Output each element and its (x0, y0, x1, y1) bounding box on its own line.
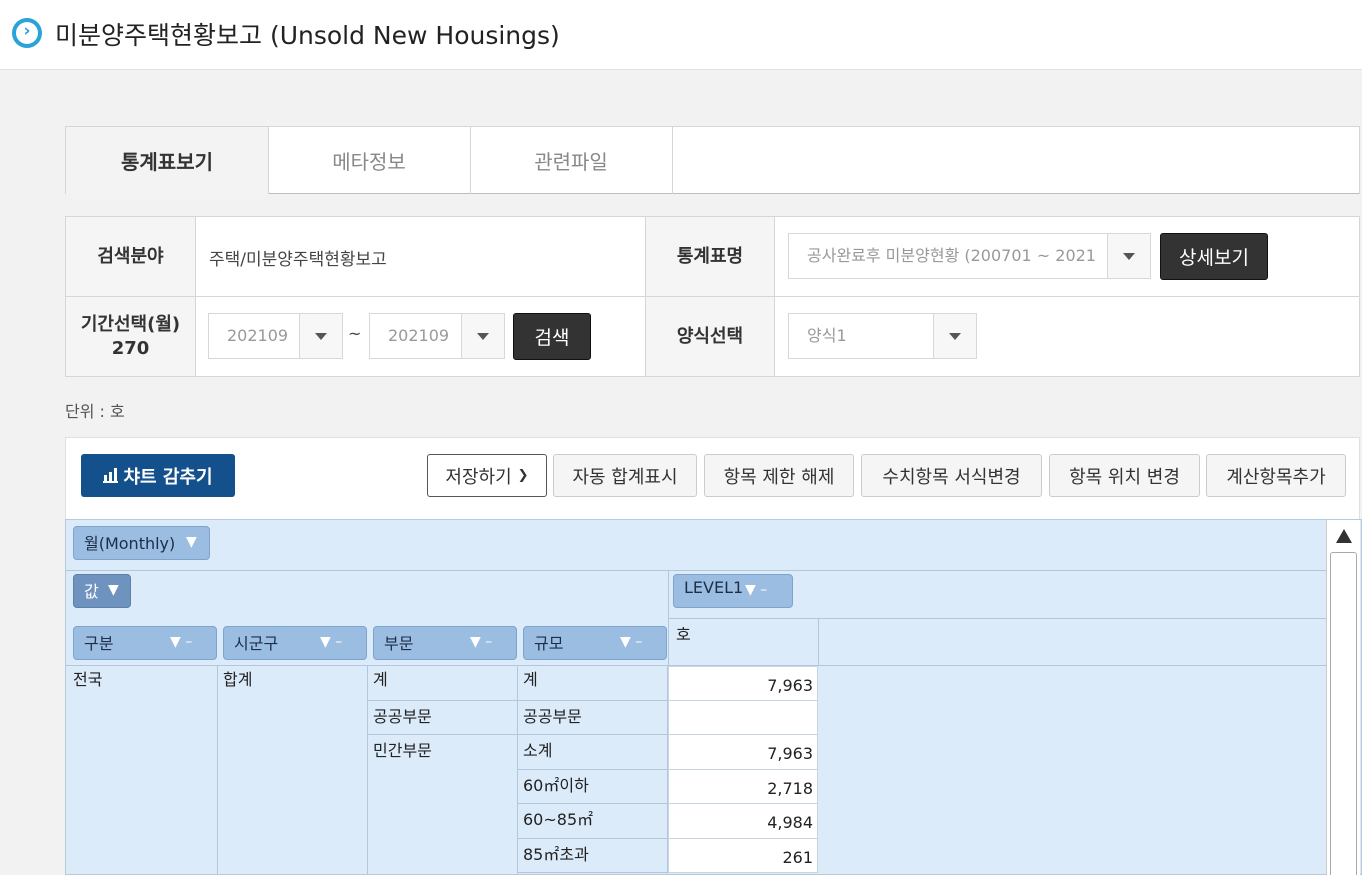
filter-icon[interactable]: ▼ (108, 582, 119, 598)
page-title: 미분양주택현황보고 (Unsold New Housings) (55, 21, 560, 50)
search-form: 검색분야 주택/미분양주택현황보고 통계표명 공사완료후 미분양현황 (2007… (65, 216, 1360, 377)
search-field-label: 검색분야 (66, 217, 195, 296)
pivot-grid: 월(Monthly) ▼ 값 ▼ LEVEL1 ▼ – 구분 ▼ – 시군구 ▼… (65, 519, 1362, 875)
filter-icon[interactable]: ▼ – (745, 582, 767, 598)
add-calc-button[interactable]: 계산항목추가 (1206, 454, 1346, 497)
row-field-chip[interactable]: 부문 ▼ – (373, 626, 517, 660)
vertical-scrollbar[interactable] (1326, 520, 1360, 875)
scrollbar-thumb[interactable] (1330, 552, 1357, 875)
row-field-chip[interactable]: 구분 ▼ – (73, 626, 217, 660)
save-dropdown-button[interactable]: 저장하기 ❯ (427, 454, 547, 497)
row-sector: 민간부문 (373, 741, 432, 760)
period-tilde: ~ (348, 324, 362, 343)
filter-icon[interactable]: ▼ – (470, 634, 492, 650)
bar-chart-icon (103, 467, 119, 483)
row-sector: 계 (373, 670, 388, 689)
value-cell[interactable]: 2,718 (668, 769, 818, 804)
row-size: 60㎡이하 (523, 776, 589, 795)
number-format-button[interactable]: 수치항목 서식변경 (861, 454, 1042, 497)
row-size: 85㎡초과 (523, 845, 589, 864)
chevron-right-circle-icon: › (12, 18, 42, 48)
scroll-up-arrow-icon[interactable] (1336, 529, 1352, 543)
chevron-down-icon (299, 314, 342, 358)
chevron-down-icon (933, 314, 976, 358)
hide-chart-button[interactable]: 챠트 감추기 (81, 454, 235, 497)
value-filter-chip[interactable]: 값 ▼ (73, 574, 131, 608)
filter-icon[interactable]: ▼ – (620, 634, 642, 650)
row-size: 공공부문 (523, 707, 582, 726)
row-field-chip[interactable]: 시군구 ▼ – (223, 626, 367, 660)
stat-table-label: 통계표명 (646, 217, 774, 296)
level1-filter-chip[interactable]: LEVEL1 ▼ – (673, 574, 793, 608)
filter-icon[interactable]: ▼ – (320, 634, 342, 650)
row-region: 전국 (73, 670, 103, 689)
value-cell[interactable]: 4,984 (668, 803, 818, 839)
row-size: 계 (523, 670, 538, 689)
value-cell[interactable] (668, 700, 818, 735)
page-header: › 미분양주택현황보고 (Unsold New Housings) (0, 0, 1362, 70)
search-button[interactable]: 검색 (513, 313, 591, 360)
auto-sum-button[interactable]: 자동 합계표시 (553, 454, 697, 497)
filter-icon[interactable]: ▼ – (170, 634, 192, 650)
stat-table-select[interactable]: 공사완료후 미분양현황 (200701 ~ 2021 (788, 233, 1151, 279)
format-select[interactable]: 양식1 (788, 313, 977, 359)
period-to-select[interactable]: 202109 (369, 313, 505, 359)
period-from-select[interactable]: 202109 (208, 313, 343, 359)
format-label: 양식선택 (646, 297, 774, 376)
period-count: 270 (111, 337, 150, 359)
chevron-down-icon: ❯ (517, 468, 529, 483)
search-field-value: 주택/미분양주택현황보고 (209, 250, 387, 270)
toolbar: 챠트 감추기 저장하기 ❯ 자동 합계표시 항목 제한 해제 수치항목 서식변경… (65, 437, 1360, 519)
period-label: 기간선택(월) 270 (66, 297, 195, 376)
tab-bar: 통계표보기 메타정보 관련파일 (65, 126, 1360, 194)
row-field-chip[interactable]: 규모 ▼ – (523, 626, 667, 660)
value-cell[interactable]: 261 (668, 838, 818, 873)
release-limit-button[interactable]: 항목 제한 해제 (704, 454, 854, 497)
value-cell[interactable]: 7,963 (668, 666, 818, 701)
detail-view-button[interactable]: 상세보기 (1160, 233, 1268, 280)
tab-meta-info[interactable]: 메타정보 (268, 127, 471, 194)
filter-icon[interactable]: ▼ (186, 534, 197, 550)
tab-related-files[interactable]: 관련파일 (470, 127, 673, 194)
value-cell[interactable]: 7,963 (668, 734, 818, 770)
row-size: 소계 (523, 741, 553, 760)
monthly-filter-chip[interactable]: 월(Monthly) ▼ (73, 526, 210, 560)
row-sector: 공공부문 (373, 707, 432, 726)
chevron-down-icon (461, 314, 504, 358)
unit-label: 단위 : 호 (65, 402, 125, 421)
row-sigungu: 합계 (223, 670, 253, 689)
tab-table-view[interactable]: 통계표보기 (66, 127, 269, 194)
row-size: 60~85㎡ (523, 810, 594, 829)
move-item-button[interactable]: 항목 위치 변경 (1049, 454, 1200, 497)
column-header: 호 (676, 625, 691, 644)
chevron-down-icon (1107, 234, 1150, 278)
